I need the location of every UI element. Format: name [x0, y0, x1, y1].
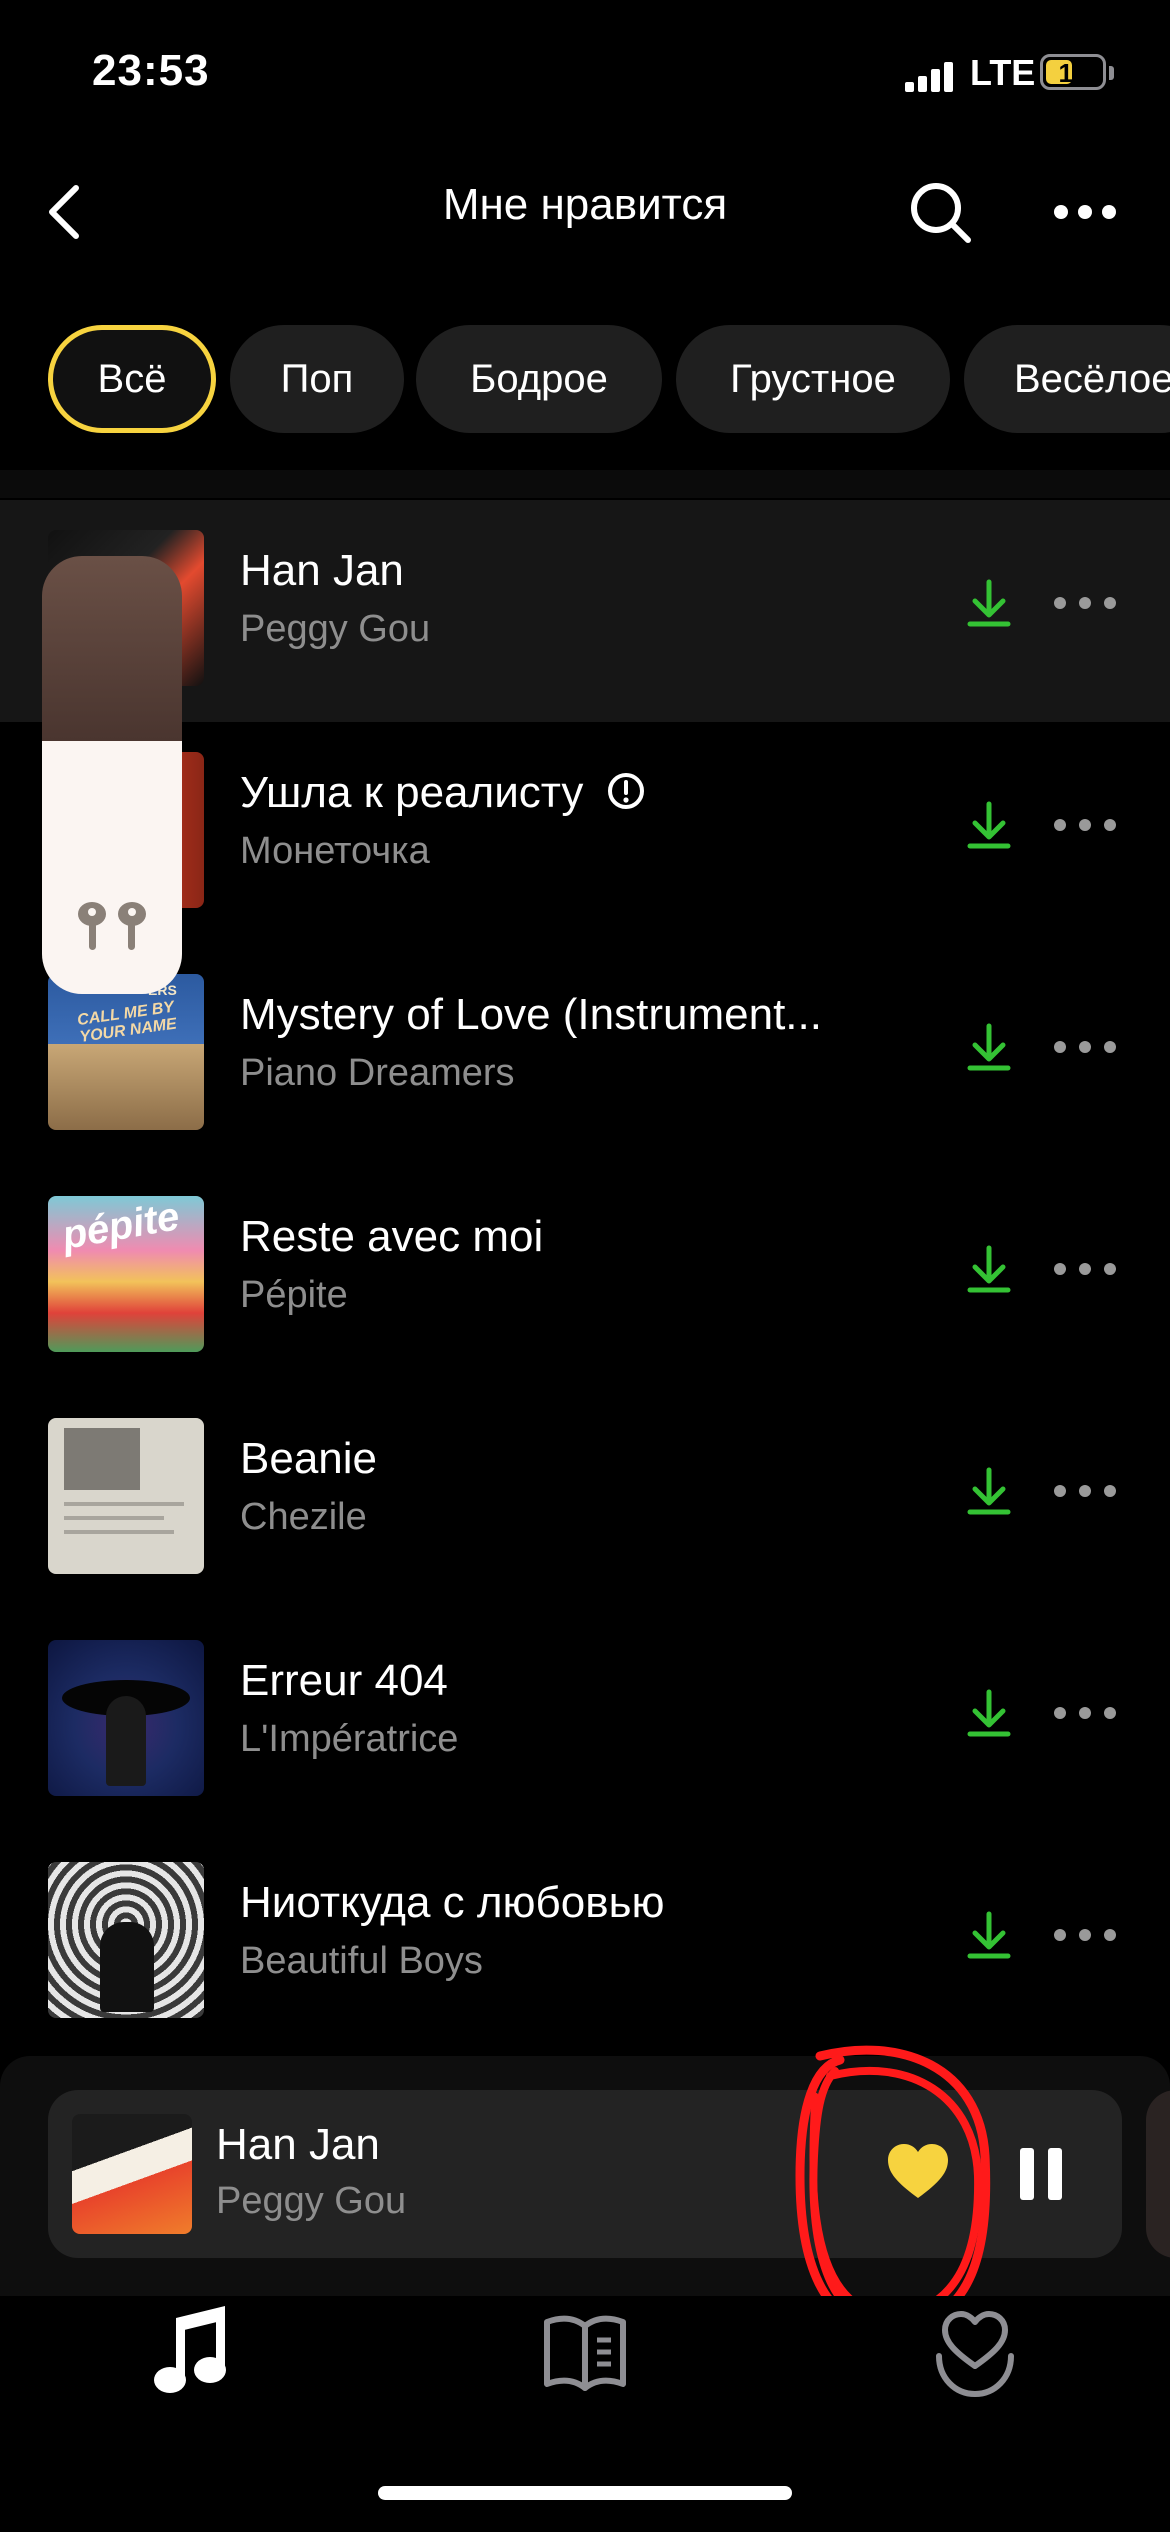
exclamation-circle-icon[interactable]: [606, 771, 646, 811]
album-cover-line: [64, 1502, 184, 1506]
cellular-signal-icon: [905, 60, 955, 92]
album-cover: [48, 1862, 204, 2018]
battery-level: 16: [1058, 58, 1088, 88]
chips-divider: [0, 470, 1170, 498]
battery-icon: 16: [1040, 54, 1106, 90]
status-bar: 23:53 LTE 16: [0, 0, 1170, 150]
volume-level-fill: [42, 741, 182, 994]
album-cover-text: CALL ME BY YOUR NAME: [76, 998, 178, 1046]
track-title: Ушла к реалисту: [240, 768, 646, 818]
track-more-icon[interactable]: [1050, 1020, 1120, 1074]
volume-empty: [42, 556, 182, 741]
track-row[interactable]: pépite Reste avec moi Pépite: [0, 1166, 1170, 1388]
search-button[interactable]: [900, 172, 980, 252]
chip-sad[interactable]: Грустное: [676, 325, 950, 433]
downloaded-icon: [967, 1911, 1011, 1959]
chip-pop[interactable]: Поп: [230, 325, 404, 433]
track-more-icon[interactable]: [1050, 576, 1120, 630]
more-options-button[interactable]: [1045, 172, 1125, 252]
track-row[interactable]: Ниоткуда с любовью Beautiful Boys: [0, 1832, 1170, 2054]
battery-tip: [1109, 66, 1114, 80]
track-artist: L'Impératrice: [240, 1718, 459, 1760]
track-artist: Peggy Gou: [240, 608, 431, 650]
album-cover-line: [64, 1530, 174, 1534]
now-playing-cover: [72, 2114, 192, 2234]
track-title: Mystery of Love (Instrument...: [240, 990, 822, 1039]
track-more-icon[interactable]: [1050, 1686, 1120, 1740]
now-playing-title: Han Jan: [216, 2120, 380, 2169]
downloaded-icon: [967, 1467, 1011, 1515]
track-more-icon[interactable]: [1050, 1464, 1120, 1518]
track-artist: Монеточка: [240, 830, 430, 872]
chip-energetic[interactable]: Бодрое: [416, 325, 662, 433]
search-icon: [911, 183, 971, 243]
page-title: Мне нравится: [442, 180, 728, 229]
more-horizontal-icon: [1054, 205, 1116, 219]
downloaded-icon: [967, 1689, 1011, 1737]
pause-icon: [1020, 2148, 1062, 2200]
music-note-icon: [154, 2306, 226, 2393]
next-track-peek[interactable]: [1146, 2090, 1170, 2258]
filter-chips: Всё Поп Бодрое Грустное Весёлое: [0, 325, 1170, 435]
airpods-icon: [78, 902, 146, 950]
track-artist: Pépite: [240, 1274, 348, 1316]
tab-favorites[interactable]: [915, 2296, 1035, 2416]
tab-library[interactable]: [525, 2296, 645, 2416]
album-cover-figure: [100, 1922, 154, 2012]
track-row[interactable]: Erreur 404 L'Impératrice: [0, 1610, 1170, 1832]
track-more-icon[interactable]: [1050, 1908, 1120, 1962]
downloaded-icon: [967, 1245, 1011, 1293]
track-more-icon[interactable]: [1050, 1242, 1120, 1296]
annotation-circle: [795, 2045, 991, 2333]
album-cover: [48, 1640, 204, 1796]
track-artist: Chezile: [240, 1496, 367, 1538]
network-type: LTE: [970, 52, 1036, 93]
track-title: Beanie: [240, 1434, 378, 1483]
track-title-text: Ушла к реалисту: [240, 768, 584, 817]
downloaded-icon: [967, 579, 1011, 627]
chip-cheerful[interactable]: Весёлое: [964, 325, 1170, 433]
now-playing-artist: Peggy Gou: [216, 2180, 407, 2222]
track-title: Han Jan: [240, 546, 404, 595]
track-more-icon[interactable]: [1050, 798, 1120, 852]
status-time: 23:53: [92, 46, 210, 95]
chip-all[interactable]: Всё: [48, 325, 216, 433]
album-cover-figure: [106, 1696, 146, 1786]
track-artist: Beautiful Boys: [240, 1940, 483, 1982]
track-row[interactable]: Beanie Chezile: [0, 1388, 1170, 1610]
album-cover-photo: [64, 1428, 140, 1490]
album-cover-text: pépite: [58, 1196, 183, 1258]
nav-bar: Мне нравится: [0, 150, 1170, 270]
heart-waves-icon: [936, 2311, 1014, 2398]
track-title: Erreur 404: [240, 1656, 448, 1705]
track-title: Ниоткуда с любовью: [240, 1878, 665, 1927]
tab-music[interactable]: [132, 2296, 252, 2416]
track-title: Reste avec moi: [240, 1212, 544, 1261]
home-indicator[interactable]: [378, 2486, 792, 2500]
library-book-icon: [544, 2315, 626, 2391]
pause-button[interactable]: [1008, 2136, 1078, 2212]
album-cover: [48, 1418, 204, 1574]
album-cover: pépite: [48, 1196, 204, 1352]
downloaded-icon: [967, 801, 1011, 849]
volume-hud[interactable]: [42, 556, 182, 994]
track-artist: Piano Dreamers: [240, 1052, 515, 1094]
downloaded-icon: [967, 1023, 1011, 1071]
album-cover: ERS CALL ME BY YOUR NAME: [48, 974, 204, 1130]
album-cover-line: [64, 1516, 164, 1520]
